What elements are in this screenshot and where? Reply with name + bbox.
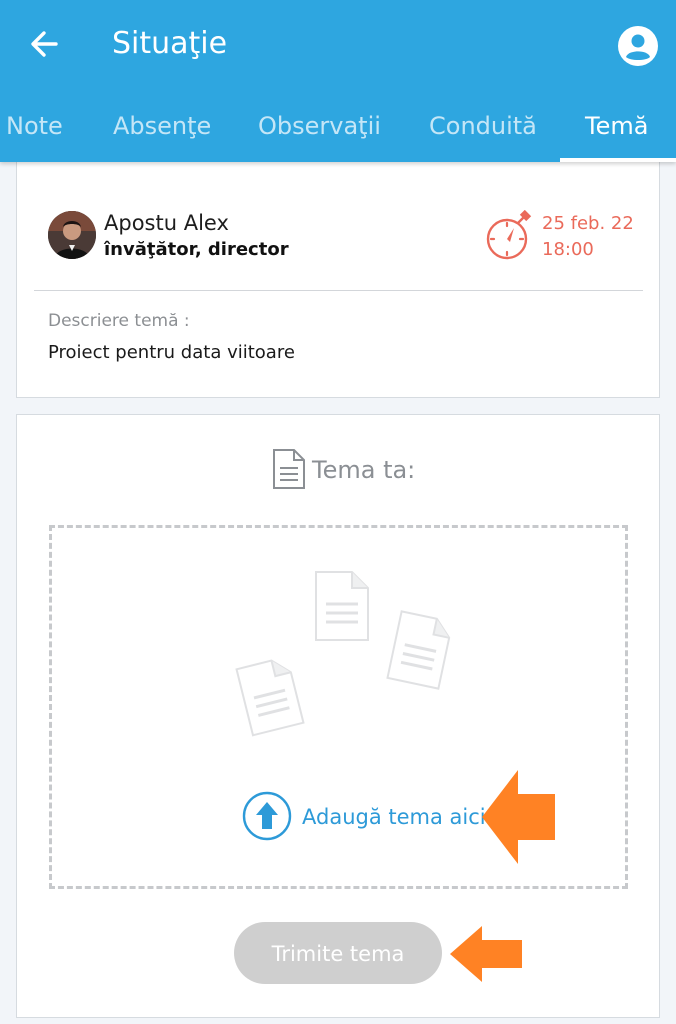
upload-arrow-icon[interactable] (242, 791, 292, 841)
account-circle-icon (618, 26, 658, 66)
description-text: Proiect pentru data viitoare (48, 342, 295, 363)
page-title: Situaţie (112, 26, 228, 61)
tab-absente[interactable]: Absenţe (113, 104, 211, 148)
deadline-time: 18:00 (542, 239, 594, 260)
arrow-left-icon (31, 31, 58, 57)
teacher-name: Apostu Alex (104, 211, 229, 235)
tab-tema[interactable]: Temă (585, 104, 648, 148)
document-placeholder-icon (315, 571, 369, 641)
divider (34, 290, 643, 291)
stopwatch-icon (484, 209, 534, 262)
account-button[interactable] (616, 24, 660, 68)
annotation-arrow-icon (482, 770, 555, 864)
app-bar: Situaţie Note Absenţe Observaţii Conduit… (0, 0, 676, 162)
active-tab-indicator (560, 158, 676, 162)
deadline-date: 25 feb. 22 (542, 213, 634, 234)
document-icon (272, 448, 306, 490)
description-label: Descriere temă : (48, 311, 190, 331)
your-homework-label: Tema ta: (312, 456, 416, 484)
annotation-arrow-icon (450, 926, 522, 982)
submit-homework-button[interactable]: Trimite tema (234, 922, 442, 984)
add-homework-link[interactable]: Adaugă tema aici (302, 802, 486, 832)
back-button[interactable] (26, 26, 62, 62)
teacher-role: învăţător, director (104, 239, 289, 260)
avatar (48, 211, 96, 259)
tab-conduita[interactable]: Conduită (429, 104, 537, 148)
tab-observatii[interactable]: Observaţii (258, 104, 381, 148)
tab-note[interactable]: Note (6, 104, 63, 148)
